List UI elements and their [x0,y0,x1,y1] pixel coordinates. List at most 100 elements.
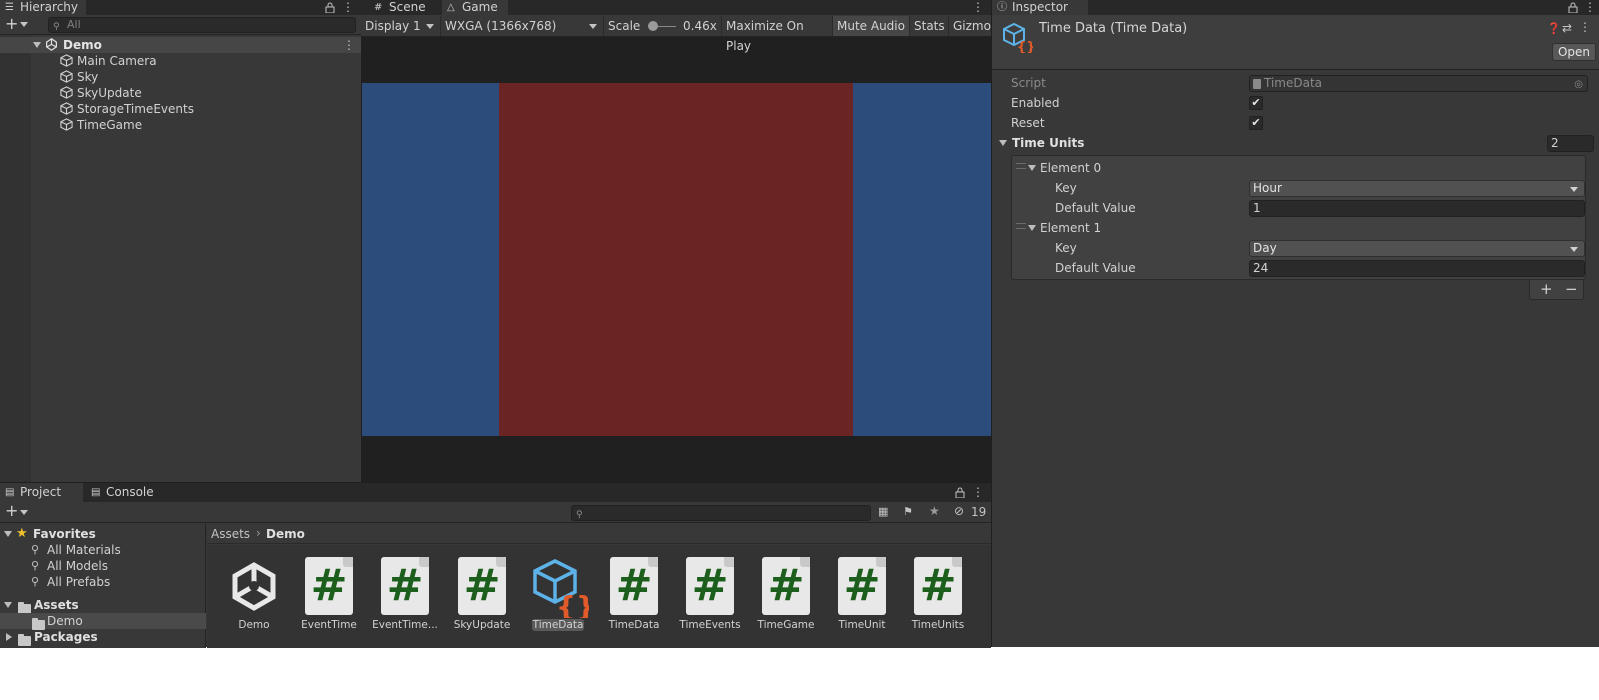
script-label: Script [1011,76,1046,90]
stats-toggle[interactable]: Stats [910,16,949,36]
asset-item[interactable]: # TimeData [599,557,669,635]
breadcrumb-assets[interactable]: Assets [211,527,250,541]
gizmos-toggle[interactable]: Gizmos [949,16,991,36]
tab-console[interactable]: ▤ Console [86,483,166,502]
expand-icon[interactable] [6,633,12,641]
kebab-menu-icon[interactable]: ⋮ [972,485,984,500]
hierarchy-gutter [0,36,31,482]
drag-handle-icon[interactable] [1016,223,1026,229]
asset-item[interactable]: # EventTime... [370,557,440,635]
lock-icon[interactable] [1568,2,1578,13]
kebab-menu-icon[interactable]: ⋮ [342,0,354,15]
asset-item[interactable]: # EventTime [294,557,364,635]
enabled-checkbox[interactable]: ✔ [1249,96,1263,110]
resolution-dropdown[interactable]: WXGA (1366x768) [441,16,604,36]
favorite-item[interactable]: ⚲ All Prefabs [0,574,206,590]
favorite-star-icon[interactable]: ★ [929,504,940,518]
time-units-foldout-icon[interactable] [999,140,1007,146]
chevron-down-icon [1570,247,1578,252]
lock-icon[interactable] [955,487,965,498]
time-units-size-field[interactable]: 2 [1547,135,1594,152]
component-menu-icon[interactable]: ⋮ [1579,20,1591,34]
assets-demo-folder[interactable]: Demo [0,613,206,630]
favorites-row[interactable]: ★ Favorites [0,526,206,542]
asset-item[interactable]: # TimeEvents [675,557,745,635]
add-icon[interactable]: + [5,16,18,32]
expand-icon[interactable] [4,531,12,537]
lock-icon[interactable] [325,2,335,13]
element-label: Element 1 [1040,221,1102,235]
tab-game[interactable]: △ Game [442,0,508,15]
help-icon[interactable]: ❓ [1547,22,1561,35]
scale-slider-handle[interactable] [648,21,658,31]
hierarchy-item-label: Main Camera [77,54,157,68]
hidden-packages-icon[interactable]: ⊘ [954,504,964,518]
scale-label: Scale [608,19,641,33]
hierarchy-item[interactable]: Sky [60,69,98,85]
tab-scene[interactable]: # Scene [369,0,435,15]
filter-by-type-icon[interactable]: ▦ [878,505,888,518]
tab-inspector[interactable]: ⓘ Inspector [992,0,1088,15]
default-value-field[interactable]: 24 [1249,260,1585,277]
tab-console-label: Console [106,485,154,499]
add-element-button[interactable]: + [1540,280,1553,298]
kebab-menu-icon[interactable]: ⋮ [1584,0,1596,15]
reset-checkbox[interactable]: ✔ [1249,116,1263,130]
asset-item[interactable]: # TimeUnits [903,557,973,635]
mute-audio-toggle[interactable]: Mute Audio [833,16,910,36]
game-menu-icon[interactable]: ⋮ [972,0,984,15]
element-foldout-icon[interactable] [1028,165,1036,171]
hierarchy-item[interactable]: TimeGame [60,117,142,133]
project-search-input[interactable]: ⚲ [571,505,871,521]
asset-item[interactable]: {}TimeData [523,557,596,635]
maximize-on-play-toggle[interactable]: Maximize On Play [722,16,833,53]
tab-hierarchy[interactable]: ☰ Hierarchy [0,0,86,15]
key-dropdown[interactable]: Hour [1249,180,1585,197]
key-dropdown[interactable]: Day [1249,240,1585,257]
search-icon: ⚲ [31,559,40,572]
default-value-field[interactable]: 1 [1249,200,1585,217]
stats-label: Stats [914,19,945,33]
asset-item[interactable]: # TimeUnit [827,557,897,635]
tab-project[interactable]: ▤ Project [0,483,83,502]
asset-item[interactable]: # TimeGame [751,557,821,635]
breadcrumb-demo[interactable]: Demo [266,527,305,541]
favorite-item[interactable]: ⚲ All Materials [0,542,206,558]
search-icon: ⚲ [53,22,60,32]
list-footer: + − [1529,280,1584,300]
hierarchy-item[interactable]: StorageTimeEvents [60,101,194,117]
chevron-down-icon[interactable] [20,510,28,515]
default-value: 1 [1253,201,1261,215]
gamepad-icon: △ [447,2,455,13]
game-render-background[interactable] [362,83,991,436]
packages-row[interactable]: Packages [0,629,206,646]
filter-by-label-icon[interactable]: ⚑ [903,505,913,518]
inspector-header: {} Time Data (Time Data) ❓ ⇄ ⋮ Open [992,15,1599,70]
asset-item-label: EventTime... [372,619,438,631]
asset-item-label: TimeGame [757,619,815,631]
hierarchy-item[interactable]: SkyUpdate [60,85,142,101]
open-button[interactable]: Open [1552,43,1596,61]
add-icon[interactable]: + [5,503,18,519]
scale-control[interactable]: Scale 0.46x [604,16,722,36]
chevron-down-icon[interactable] [20,22,28,27]
asset-item[interactable]: # SkyUpdate [447,557,517,635]
favorite-item[interactable]: ⚲ All Models [0,558,206,574]
asset-item-label: TimeUnit [838,619,886,631]
drag-handle-icon[interactable] [1016,163,1026,169]
assets-row[interactable]: Assets [0,597,206,614]
remove-element-button[interactable]: − [1565,280,1578,298]
resolution-value: WXGA (1366x768) [445,19,557,33]
checkmark-icon: ✔ [1251,116,1261,129]
hierarchy-search-input[interactable]: ⚲ All [48,17,356,33]
scene-row[interactable]: Demo ⋮ [0,37,361,53]
element-foldout-icon[interactable] [1028,225,1036,231]
preset-icon[interactable]: ⇄ [1562,21,1572,35]
expand-icon[interactable] [4,602,12,608]
scene-menu-icon[interactable]: ⋮ [343,37,355,53]
asset-item[interactable]: Demo [219,557,289,635]
expand-icon[interactable] [33,42,41,48]
game-view-panel: # Scene △ Game ⋮ Display 1 WXGA (1366x76… [361,0,991,482]
hierarchy-item[interactable]: Main Camera [60,53,157,69]
display-dropdown[interactable]: Display 1 [361,16,441,36]
